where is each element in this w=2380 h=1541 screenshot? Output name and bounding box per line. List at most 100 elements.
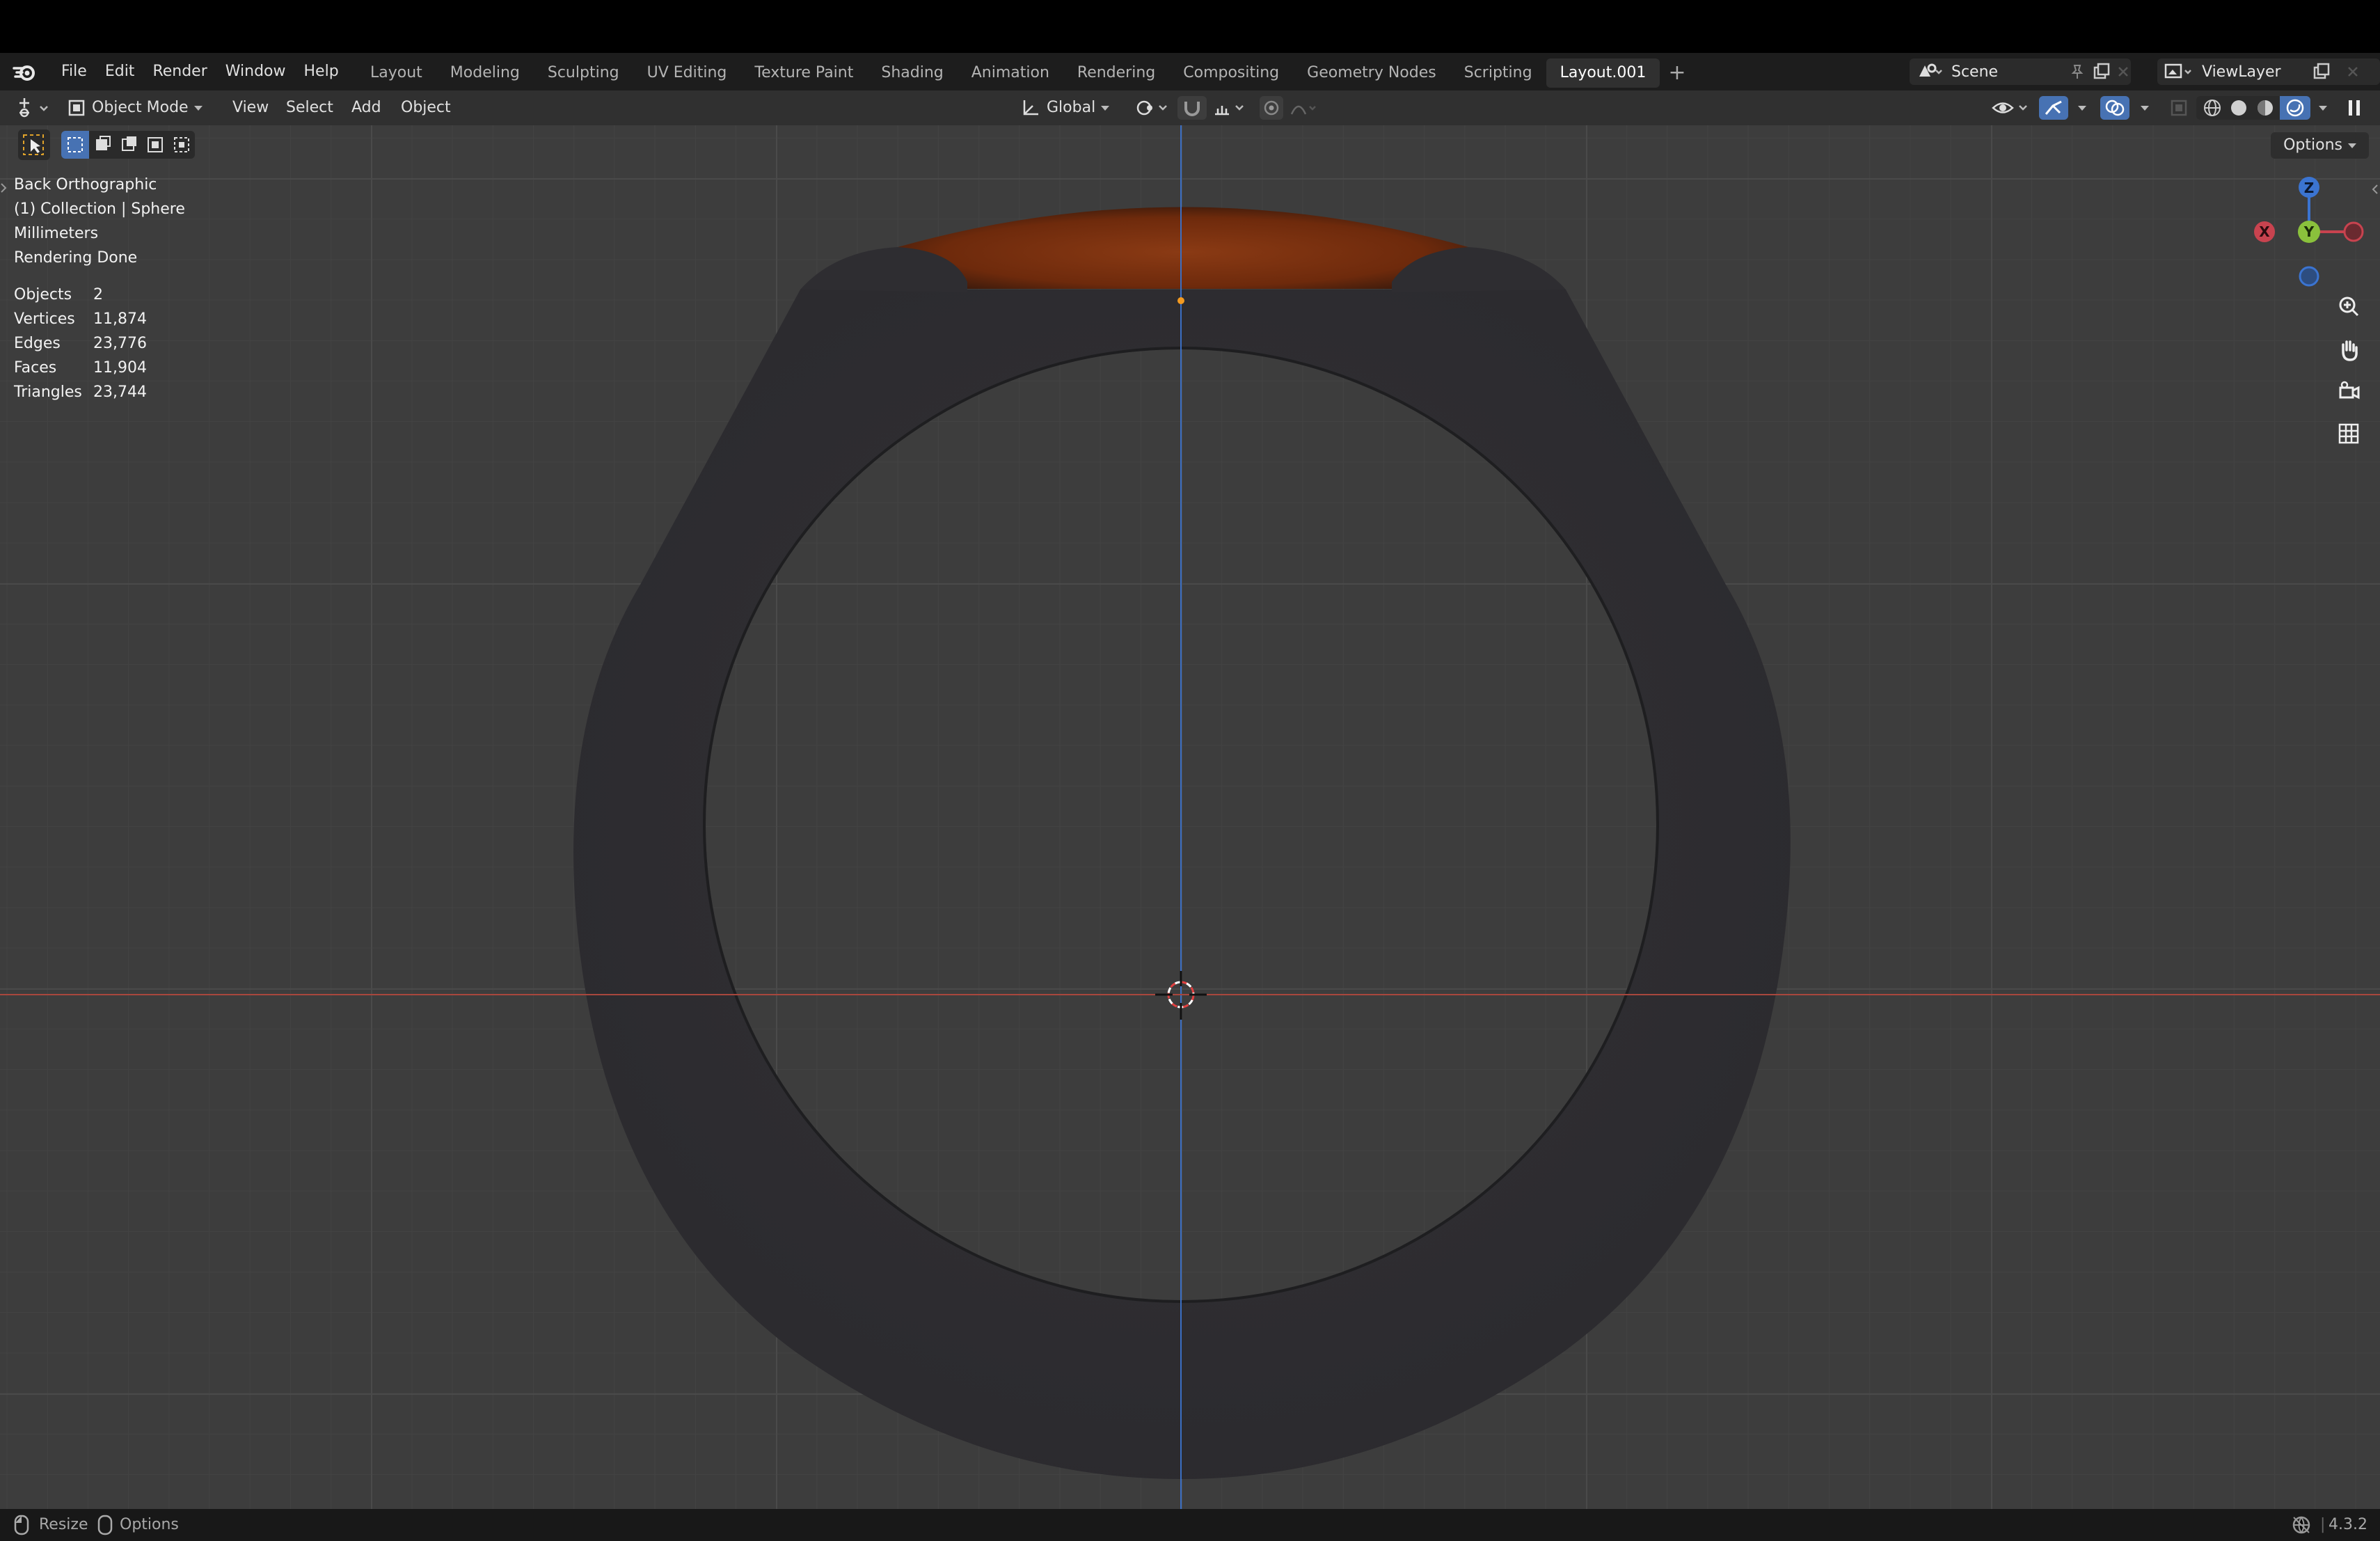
tab-texture-paint[interactable]: Texture Paint: [740, 58, 867, 88]
tab-geometry-nodes[interactable]: Geometry Nodes: [1293, 58, 1450, 88]
toolbar-expand-icon[interactable]: [0, 181, 8, 195]
transform-orientation-label: Global: [1047, 99, 1096, 116]
new-view-layer-icon[interactable]: [2312, 62, 2331, 81]
gemstone[interactable]: [898, 207, 1468, 290]
select-invert-icon[interactable]: [142, 131, 168, 159]
stat-value: 11,874: [93, 310, 147, 328]
viewport-menu-add[interactable]: Add: [351, 90, 381, 125]
viewport-options-button[interactable]: Options: [2271, 132, 2369, 159]
proportional-editing-toggle[interactable]: [1260, 96, 1283, 120]
mouse-left-icon: [14, 1515, 29, 1535]
scene-name: Scene: [1951, 63, 1999, 81]
zoom-icon: [2339, 297, 2359, 317]
top-menu-bar: File Edit Render Window Help Layout Mode…: [0, 53, 2380, 90]
select-tool-button[interactable]: [18, 129, 50, 160]
select-intersect-icon[interactable]: [168, 131, 195, 159]
scene-units: Millimeters: [14, 225, 99, 242]
selection-mode-set[interactable]: [61, 131, 89, 159]
gizmo-z-label: Z: [2304, 180, 2315, 196]
tab-scripting[interactable]: Scripting: [1450, 58, 1546, 88]
network-off-icon: [2292, 1516, 2310, 1534]
chevron-down-icon: [2348, 143, 2356, 148]
pin-icon[interactable]: [2068, 63, 2086, 81]
window-titlebar: [0, 0, 2380, 53]
tab-layout[interactable]: Layout: [356, 58, 436, 88]
grid-icon: [2338, 423, 2359, 444]
material-shading-icon[interactable]: [2252, 96, 2278, 120]
camera-view-button[interactable]: [2331, 374, 2366, 409]
falloff-icon[interactable]: [1289, 96, 1319, 120]
overlays-options-chevron-icon[interactable]: [2141, 106, 2149, 111]
menu-window[interactable]: Window: [221, 53, 300, 90]
transform-orientation-selector[interactable]: Global: [1020, 90, 1110, 125]
viewport-scene: [0, 125, 2380, 1509]
add-workspace-icon[interactable]: +: [1660, 58, 1694, 88]
select-box-icon: [23, 134, 44, 155]
stat-value: 23,776: [93, 335, 147, 352]
stat-label: Vertices: [14, 310, 75, 328]
gizmo-y-label: Y: [2303, 223, 2315, 240]
tab-compositing[interactable]: Compositing: [1169, 58, 1293, 88]
stat-value: 2: [93, 286, 103, 303]
overlays-toggle[interactable]: [2100, 96, 2129, 120]
view-layer-icon: [2164, 63, 2191, 79]
view-layer-selector[interactable]: ViewLayer: [2157, 58, 2380, 85]
viewport-menu-view[interactable]: View: [232, 90, 269, 125]
tab-animation[interactable]: Animation: [958, 58, 1063, 88]
gizmo-toggle[interactable]: [2039, 96, 2068, 120]
menu-edit[interactable]: Edit: [101, 53, 149, 90]
view-name: Back Orthographic: [14, 176, 157, 193]
toggle-perspective-button[interactable]: [2331, 416, 2366, 451]
workspace-tabs: Layout Modeling Sculpting UV Editing Tex…: [356, 58, 1695, 88]
viewport-header: Object Mode View Select Add Object Globa…: [0, 90, 2380, 125]
select-subtract-icon[interactable]: [116, 131, 142, 159]
pivot-point-icon[interactable]: [1134, 96, 1172, 120]
wireframe-shading-icon[interactable]: [2199, 96, 2226, 120]
zoom-button[interactable]: [2331, 290, 2366, 324]
chevron-down-icon: [193, 105, 203, 111]
scene-selector[interactable]: Scene: [1910, 58, 2131, 85]
shading-options-chevron-icon[interactable]: [2319, 106, 2327, 111]
tab-shading[interactable]: Shading: [867, 58, 957, 88]
delete-view-layer-icon[interactable]: [2345, 64, 2361, 79]
snap-toggle[interactable]: [1177, 96, 1207, 120]
viewport-menu-object[interactable]: Object: [401, 90, 451, 125]
solid-shading-icon[interactable]: [2226, 96, 2252, 120]
3d-viewport[interactable]: Back Orthographic (1) Collection | Spher…: [0, 125, 2380, 1509]
proportional-edit-icon: [1264, 100, 1279, 116]
stat-value: 11,904: [93, 359, 147, 377]
mode-selector[interactable]: Object Mode: [67, 90, 203, 125]
camera-icon: [2339, 381, 2360, 400]
editor-type-icon[interactable]: [15, 96, 54, 120]
scene-icon: [1919, 63, 1942, 77]
status-divider: |: [2320, 1516, 2326, 1533]
gizmo-options-chevron-icon[interactable]: [2078, 106, 2086, 111]
menu-render[interactable]: Render: [148, 53, 221, 90]
stat-value: 23,744: [93, 384, 147, 401]
menu-file[interactable]: File: [47, 53, 101, 90]
tab-uv-editing[interactable]: UV Editing: [633, 58, 741, 88]
menu-help[interactable]: Help: [300, 53, 353, 90]
delete-scene-icon[interactable]: [2116, 64, 2131, 79]
tab-sculpting[interactable]: Sculpting: [534, 58, 633, 88]
pan-button[interactable]: [2331, 333, 2366, 368]
tab-layout-001[interactable]: Layout.001: [1546, 58, 1660, 88]
snap-target-icon[interactable]: [1211, 96, 1250, 120]
tab-modeling[interactable]: Modeling: [436, 58, 534, 88]
xray-toggle-icon[interactable]: [2167, 96, 2191, 120]
pause-icon[interactable]: [2342, 96, 2366, 120]
navigation-gizmo[interactable]: Z X Y: [2249, 172, 2367, 290]
gizmo-neg-x-icon: [2343, 221, 2364, 242]
object-origin-dot[interactable]: [1177, 297, 1184, 304]
visibility-eye-icon[interactable]: [1990, 96, 2033, 120]
sidebar-expand-icon[interactable]: [2370, 182, 2379, 196]
viewport-menu-select[interactable]: Select: [286, 90, 333, 125]
mouse-right-icon: [97, 1515, 113, 1535]
new-scene-icon[interactable]: [2092, 62, 2111, 81]
blender-logo-icon[interactable]: [13, 60, 38, 84]
select-extend-icon[interactable]: [89, 131, 116, 159]
viewport-info-overlay: Back Orthographic (1) Collection | Spher…: [14, 173, 185, 404]
rendered-shading-active[interactable]: [2280, 96, 2310, 120]
tab-rendering[interactable]: Rendering: [1063, 58, 1169, 88]
shading-mode-group: [2196, 96, 2310, 120]
